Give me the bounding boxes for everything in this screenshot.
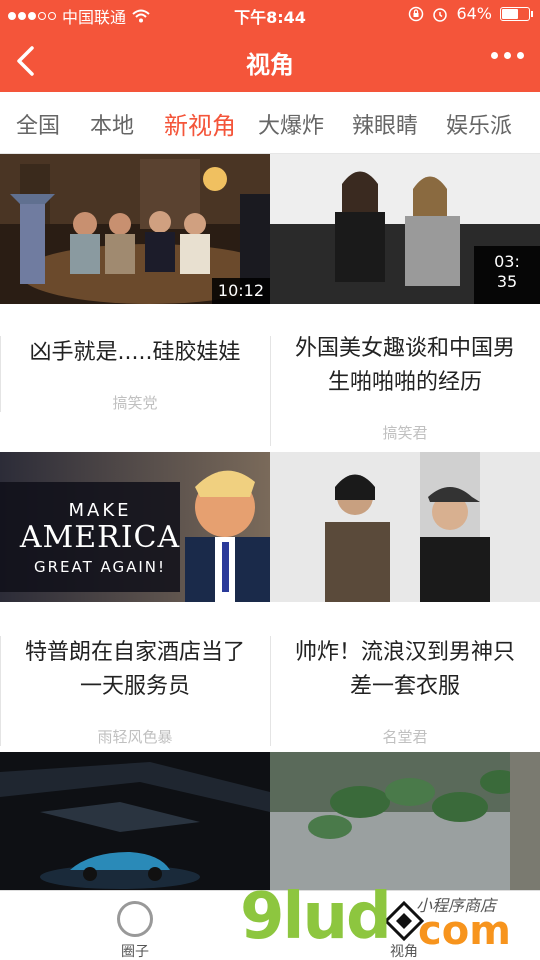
battery-icon (500, 6, 533, 21)
circle-icon (117, 901, 153, 937)
two-men-image (270, 452, 540, 602)
app-screen: 中国联通 下午8:44 64% 视角 全国 本地 新视角 大爆炸 辣眼睛 娱乐派… (0, 0, 540, 960)
status-bar: 中国联通 下午8:44 64% (0, 0, 540, 30)
watermark-tld: com (418, 908, 511, 954)
rotation-lock-icon (409, 6, 424, 21)
video-source: 搞笑党 (112, 394, 158, 412)
video-card[interactable] (270, 752, 540, 890)
card-text: 外国美女趣谈和中国男生啪啪啪的经历 搞笑君 (270, 304, 540, 452)
tab-entertainment[interactable]: 娱乐派 (446, 108, 512, 140)
battery-percent: 64% (456, 4, 492, 23)
video-card[interactable]: 10:12 凶手就是.....硅胶娃娃 搞笑党 (0, 154, 270, 452)
watermark-brand: 9lud (240, 880, 392, 954)
status-right: 64% (408, 4, 533, 23)
category-tabs: 全国 本地 新视角 大爆炸 辣眼睛 娱乐派 (0, 92, 540, 154)
tab-big-bang[interactable]: 大爆炸 (258, 108, 324, 140)
video-card[interactable]: 帅炸！流浪汉到男神只差一套衣服 名堂君 (270, 452, 540, 752)
tab-eye-sore[interactable]: 辣眼睛 (352, 108, 418, 140)
video-duration: 10:12 (211, 278, 270, 304)
video-thumbnail[interactable] (0, 752, 270, 890)
card-text: 凶手就是.....硅胶娃娃 搞笑党 (0, 304, 270, 452)
video-source: 雨轻风色暴 (97, 728, 173, 746)
battery-fill (502, 8, 518, 19)
video-source: 搞笑君 (382, 424, 428, 442)
slogan-line-1: MAKE (68, 500, 132, 521)
slogan-line-2: AMERICA (19, 520, 181, 555)
alarm-icon (433, 7, 448, 22)
video-title[interactable]: 帅炸！流浪汉到男神只差一套衣服 (290, 636, 520, 704)
tab-circle[interactable]: 圈子 (95, 901, 175, 960)
video-source: 名堂君 (382, 728, 428, 746)
video-card[interactable] (0, 752, 270, 890)
page-title: 视角 (246, 51, 294, 79)
video-duration: 03: 35 (474, 246, 540, 304)
video-thumbnail[interactable]: 03: 35 (270, 154, 540, 304)
tab-local[interactable]: 本地 (90, 108, 134, 140)
video-card[interactable]: MAKE AMERICA GREAT AGAIN! 特普朗在自家酒店当了一天服务… (0, 452, 270, 752)
tab-new-perspective[interactable]: 新视角 (164, 106, 236, 141)
divider (270, 636, 271, 746)
video-feed: 10:12 凶手就是.....硅胶娃娃 搞笑党 03: 35 外国美女趣谈和中国… (0, 154, 540, 890)
video-title[interactable]: 外国美女趣谈和中国男生啪啪啪的经历 (290, 332, 520, 400)
sports-car-image (0, 752, 270, 890)
video-card[interactable]: 03: 35 外国美女趣谈和中国男生啪啪啪的经历 搞笑君 (270, 154, 540, 452)
slogan-line-3: GREAT AGAIN! (33, 558, 167, 576)
divider (0, 336, 1, 412)
plants-image (270, 752, 540, 890)
video-thumbnail[interactable]: 10:12 (0, 154, 270, 304)
tab-circle-label: 圈子 (121, 944, 149, 960)
card-text: 帅炸！流浪汉到男神只差一套衣服 名堂君 (270, 602, 540, 752)
video-title[interactable]: 凶手就是.....硅胶娃娃 (20, 336, 250, 370)
video-thumbnail[interactable] (270, 452, 540, 602)
video-thumbnail[interactable]: MAKE AMERICA GREAT AGAIN! (0, 452, 270, 602)
card-text: 特普朗在自家酒店当了一天服务员 雨轻风色暴 (0, 602, 270, 752)
nav-bar: 视角 (0, 30, 540, 92)
divider (270, 336, 271, 446)
video-thumbnail[interactable] (270, 752, 540, 890)
more-options-icon[interactable] (491, 52, 524, 59)
tab-national[interactable]: 全国 (16, 108, 60, 140)
watermark-logo: 9lud 小程序商店 com (240, 880, 540, 960)
video-title[interactable]: 特普朗在自家酒店当了一天服务员 (20, 636, 250, 704)
divider (0, 636, 1, 746)
